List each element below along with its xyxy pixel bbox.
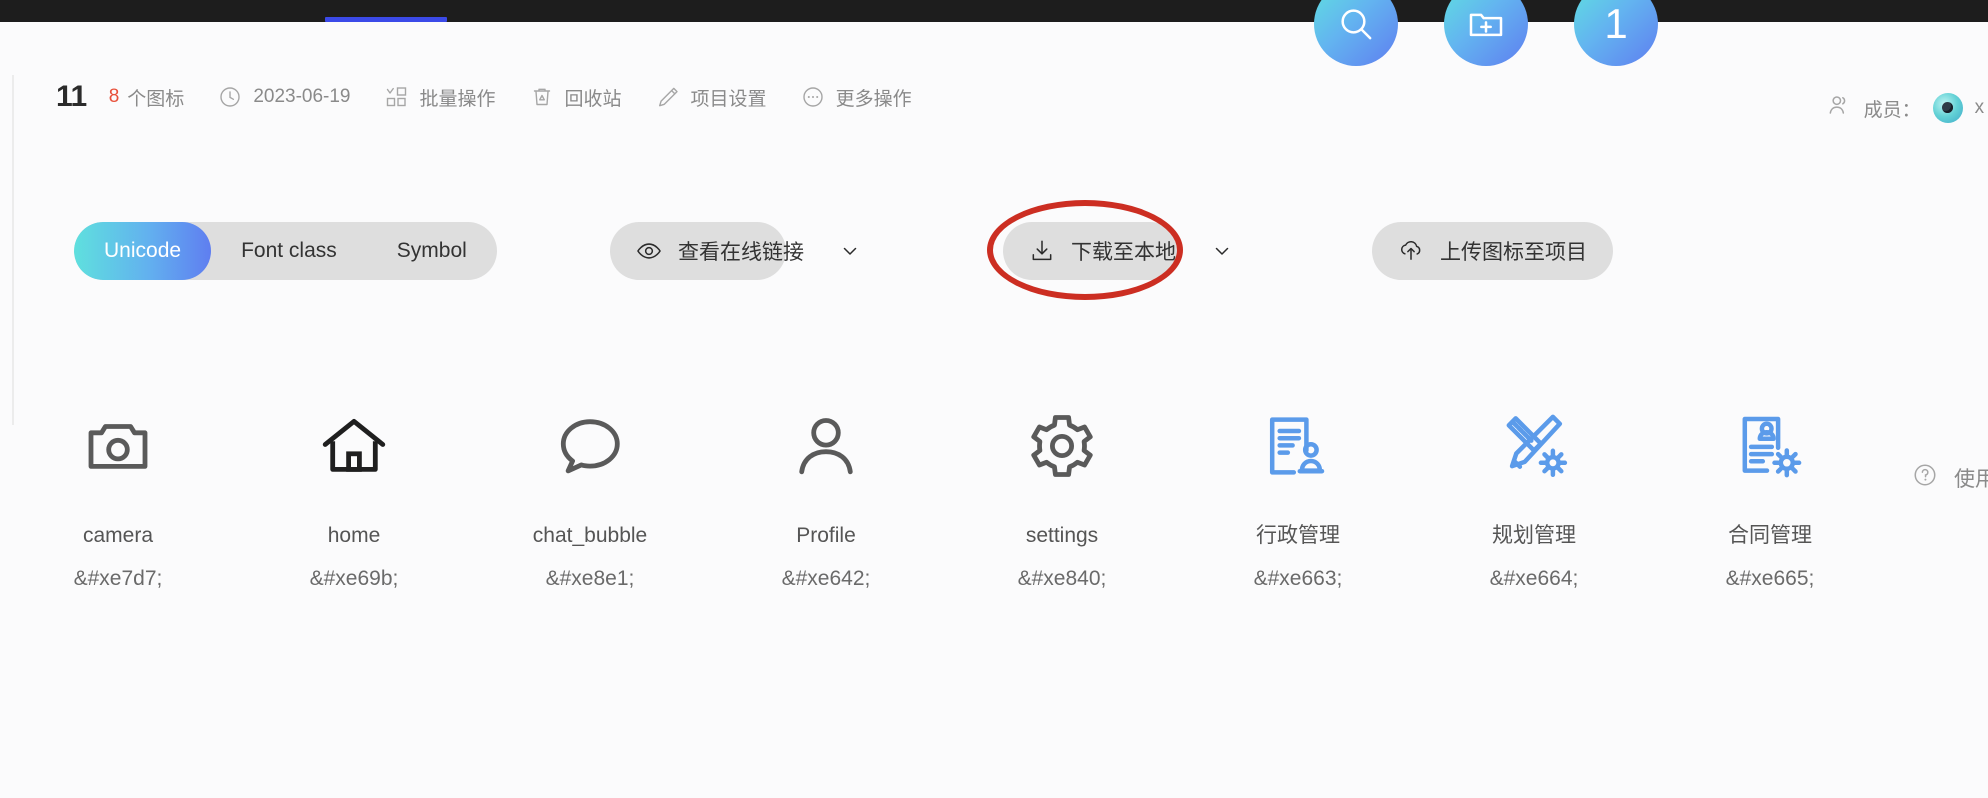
recycle-bin-button[interactable]: 回收站 [530,84,622,111]
icon-name: camera [82,524,154,547]
members-section: 成员： x 1 [1826,92,1988,124]
fab-count-label: 1 [1604,0,1628,47]
chat-bubble-icon [554,400,626,492]
home-icon [318,400,390,492]
icon-name: 合同管理 [1728,524,1812,547]
segment-symbol[interactable]: Symbol [367,222,497,280]
new-folder-fab[interactable] [1444,0,1528,66]
icon-card-admin-management[interactable]: 行政管理 &#xe663; [1180,400,1416,591]
active-tab-indicator[interactable] [325,17,447,22]
batch-operation-label: 批量操作 [419,88,496,110]
chevron-down-icon[interactable] [1210,239,1234,263]
icon-card-camera[interactable]: camera &#xe7d7; [0,400,236,591]
pencil-icon [656,85,680,109]
members-label: 成员： [1863,99,1921,121]
batch-icon [385,85,409,109]
icon-card-planning-management[interactable]: 规划管理 &#xe664; [1416,400,1652,591]
icon-project-page: 1 11 8 个图标 2023-06-19 批量操作 回收站 项目设置 更多操作… [0,0,1988,798]
cloud-upload-icon [1398,238,1424,264]
ruler-pencil-gear-icon [1498,400,1570,492]
icon-code: &#xe665; [1725,567,1815,591]
batch-operation-button[interactable]: 批量操作 [385,84,496,111]
avatar[interactable] [1932,93,1963,123]
document-person-icon [1262,400,1334,492]
ellipsis-circle-icon [801,85,825,109]
icon-card-profile[interactable]: Profile &#xe642; [708,400,944,591]
gear-icon [1026,400,1098,492]
browser-top-bar [0,0,1988,22]
person-icon [790,400,862,492]
icon-name: 行政管理 [1256,524,1340,547]
search-fab[interactable] [1314,0,1398,66]
members-icon [1826,92,1852,124]
search-icon [1336,4,1376,44]
upload-icons-label: 上传图标至项目 [1440,241,1587,264]
segment-unicode[interactable]: Unicode [74,222,212,280]
icon-code: &#xe8e1; [545,567,635,591]
project-settings-label: 项目设置 [690,88,767,110]
icon-card-home[interactable]: home &#xe69b; [236,400,472,591]
icon-code: &#xe7d7; [73,567,163,591]
icon-code: &#xe663; [1253,567,1343,591]
view-online-link-label: 查看在线链接 [678,241,804,264]
icon-count-unit: 个图标 [127,88,185,110]
more-operations-label: 更多操作 [835,88,912,110]
icon-name: chat_bubble [532,524,648,547]
project-settings-button[interactable]: 项目设置 [656,84,767,111]
icon-code: &#xe642; [781,567,871,591]
project-date-label: 2023-06-19 [253,86,351,107]
download-to-local-label: 下载至本地 [1071,241,1176,264]
download-to-local-button[interactable]: 下载至本地 [1003,222,1229,280]
icon-name: Profile [796,524,856,547]
icon-card-settings[interactable]: settings &#xe840; [944,400,1180,591]
project-date: 2023-06-19 [218,85,351,109]
camera-icon [82,400,154,492]
icon-name: 规划管理 [1492,524,1576,547]
members-count: x 1 [1974,97,1988,118]
icon-name: settings [1025,524,1099,547]
count-fab[interactable]: 1 [1574,0,1658,66]
format-segmented-control[interactable]: Unicode Font class Symbol [74,222,497,280]
project-number: 11 [56,80,87,113]
icon-code: &#xe840; [1017,567,1107,591]
icon-card-chat-bubble[interactable]: chat_bubble &#xe8e1; [472,400,708,591]
chevron-down-icon[interactable] [838,239,862,263]
view-online-link-button[interactable]: 查看在线链接 [610,222,857,280]
eye-icon [636,238,662,264]
trash-icon [530,85,554,109]
icon-name: home [327,524,381,547]
icon-grid: camera &#xe7d7; home &#xe69b; chat_bubbl… [0,400,1988,591]
folder-plus-icon [1466,4,1506,44]
download-icon [1029,238,1055,264]
upload-icons-button[interactable]: 上传图标至项目 [1372,222,1613,280]
document-gear-icon [1734,400,1806,492]
icon-card-contract-management[interactable]: 合同管理 &#xe665; [1652,400,1888,591]
icon-count: 8 [108,86,120,107]
icon-code: &#xe69b; [309,567,399,591]
clock-icon [218,85,242,109]
toolbar: Unicode Font class Symbol 查看在线链接 下载至本地 上… [0,222,1988,491]
project-meta-row: 11 8 个图标 2023-06-19 批量操作 回收站 项目设置 更多操作 [56,80,946,114]
segment-font-class[interactable]: Font class [211,222,367,280]
recycle-bin-label: 回收站 [564,88,622,110]
icon-code: &#xe664; [1489,567,1579,591]
more-operations-button[interactable]: 更多操作 [801,84,912,111]
